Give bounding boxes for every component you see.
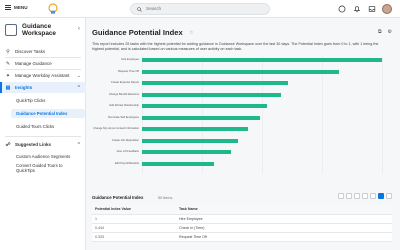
workday-logo[interactable]: w: [47, 3, 59, 15]
assistant-icon[interactable]: [337, 5, 346, 14]
table-title: Guidance Potential Index: [92, 195, 144, 200]
avatar[interactable]: [382, 4, 392, 14]
bar-label: Edit Worker Relationship: [109, 104, 139, 107]
table-cell[interactable]: Hire Employee: [176, 214, 392, 224]
workspace-icon: [5, 24, 17, 36]
table-cell[interactable]: Check In (Time): [176, 223, 392, 233]
bar-label: Hire Employee: [121, 58, 139, 61]
table-cell: 1: [92, 214, 176, 224]
search-placeholder: Search: [146, 6, 162, 12]
sidebar-subitem-convert-guided-tours[interactable]: Convert Guided Tours to QuickTips: [16, 163, 76, 173]
workspace-title: Guidance Workspace: [22, 23, 56, 38]
sidebar-item-label: Insights: [15, 85, 33, 90]
bar[interactable]: [142, 138, 238, 143]
bar-label: Terminate Self Employees: [107, 115, 139, 119]
page-title: Guidance Potential Index: [92, 28, 183, 37]
column-header[interactable]: Task Name: [176, 205, 392, 215]
edit-icon: ✎: [5, 60, 11, 67]
sort-icon[interactable]: [362, 193, 368, 199]
bar[interactable]: [142, 104, 267, 108]
data-table: Potential Index Value Task Name 1 Hire E…: [92, 205, 392, 242]
sidebar-item-label: Discover Tasks: [15, 49, 46, 54]
search-input[interactable]: Search: [130, 3, 270, 15]
sidebar-subitem-guidance-potential-index[interactable]: Guidance Potential Index: [16, 111, 67, 116]
column-header[interactable]: Potential Index Value: [92, 205, 176, 215]
top-bar: MENU w Search: [0, 0, 400, 18]
menu-label: MENU: [14, 5, 28, 10]
bar-label: Create Expense Report: [110, 81, 139, 84]
sidebar-item-suggested-links[interactable]: ☍ Suggested Links ⌃: [0, 139, 86, 150]
export-pdf-icon[interactable]: [346, 193, 352, 199]
filter-icon[interactable]: [354, 193, 360, 199]
search-icon: [137, 6, 142, 12]
table-row[interactable]: 0.333 Request Time Off: [92, 232, 392, 242]
link-icon: ☍: [5, 141, 11, 148]
table-count: 50 items: [158, 195, 173, 200]
sidebar-item-label: Suggested Links: [15, 142, 52, 147]
bell-icon[interactable]: [352, 5, 361, 14]
bar[interactable]: [142, 127, 248, 131]
bar[interactable]: [142, 161, 214, 166]
assistant-icon: ✦: [5, 72, 11, 79]
table-cell: 0.444: [92, 223, 176, 233]
bar-label: Give Lift Feedback: [116, 150, 139, 153]
export-icon[interactable]: ⧉: [378, 29, 382, 35]
chart-icon: ▤: [5, 84, 11, 91]
svg-text:w: w: [50, 10, 56, 15]
export-excel-icon[interactable]: [338, 193, 344, 199]
bar[interactable]: [142, 115, 260, 120]
table-cell: 0.333: [92, 232, 176, 242]
gridline: [382, 56, 383, 174]
fullscreen-icon[interactable]: [370, 193, 376, 199]
bar-label: Create Job Requisition: [111, 138, 139, 142]
chevron-up-icon: ⌃: [76, 84, 81, 91]
bar[interactable]: [142, 69, 339, 74]
page-description: This report includes 25 tasks with the h…: [92, 42, 379, 51]
menu-button[interactable]: MENU: [5, 5, 28, 10]
table-row[interactable]: 1 Hire Employee: [92, 214, 392, 224]
bar-label: Change My Home Contact Information: [93, 127, 139, 130]
bar-label: Request Time Off: [118, 69, 139, 73]
hamburger-icon: [5, 5, 11, 10]
chart-view-icon[interactable]: [386, 193, 392, 199]
sidebar-item-insights[interactable]: ▤ Insights ⌃: [0, 82, 86, 93]
sidebar-item-manage-guidance[interactable]: ✎ Manage Guidance: [0, 58, 86, 69]
bar-label: Change Benefit Elections: [108, 92, 139, 96]
bar[interactable]: [142, 92, 282, 97]
chevron-down-icon: ⌄: [76, 72, 81, 79]
bar[interactable]: [142, 150, 231, 154]
sidebar-item-discover-tasks[interactable]: ⚲ Discover Tasks: [0, 46, 86, 57]
gridline: [262, 56, 263, 174]
gridline: [322, 56, 323, 174]
settings-icon[interactable]: ⚙: [388, 29, 392, 35]
sidebar-item-manage-workday-assistant[interactable]: ✦ Manage Workday Assistant ⌄: [0, 70, 86, 81]
table-cell[interactable]: Request Time Off: [176, 232, 392, 242]
bar-label: Edit Payroll Benefits: [114, 161, 139, 165]
chevron-up-icon: ⌃: [76, 141, 81, 148]
table-view-icon[interactable]: [378, 193, 384, 199]
inbox-icon[interactable]: [367, 5, 376, 14]
sidebar: Guidance Workspace ‹ ⚲ Discover Tasks ✎ …: [0, 18, 86, 250]
sidebar-subitem-guided-tours-clicks[interactable]: Guided Tours Clicks: [16, 124, 54, 129]
sidebar-subitem-quicktip-clicks[interactable]: QuickTip Clicks: [16, 98, 45, 103]
search-icon: ⚲: [6, 48, 10, 55]
table-row[interactable]: 0.444 Check In (Time): [92, 223, 392, 233]
collapse-icon[interactable]: ‹: [78, 26, 80, 32]
bar[interactable]: [142, 58, 382, 62]
sidebar-item-label: Manage Guidance: [15, 61, 52, 66]
bar[interactable]: [142, 81, 289, 85]
divider: [5, 136, 81, 137]
sidebar-subitem-custom-audience-segments[interactable]: Custom Audience Segments: [16, 154, 70, 159]
potential-index-chart: Hire Employee Request Time Off Create Expe…: [92, 56, 392, 216]
sidebar-item-label: Manage Workday Assistant: [15, 73, 70, 78]
star-icon[interactable]: ☆: [189, 30, 193, 36]
